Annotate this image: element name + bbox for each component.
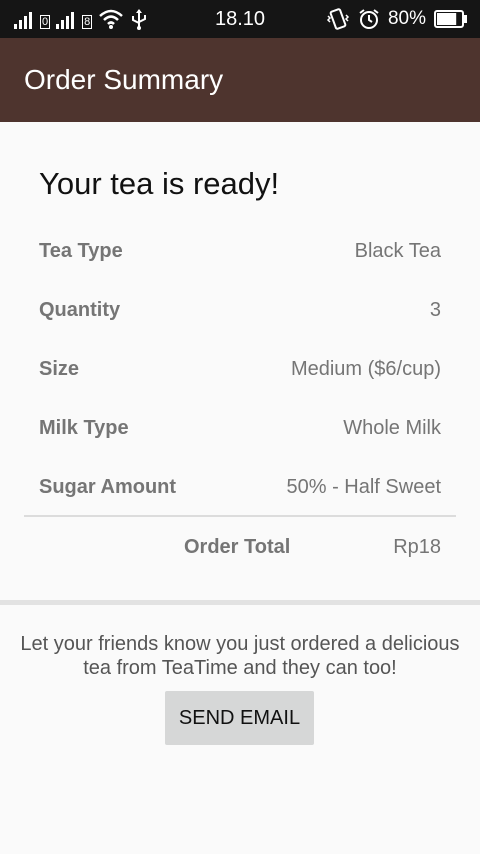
row-label: Milk Type xyxy=(39,416,129,439)
order-summary-card: Your tea is ready! Tea Type Black Tea Qu… xyxy=(0,122,480,600)
row-value: 50% - Half Sweet xyxy=(286,475,441,498)
row-value: Whole Milk xyxy=(343,416,441,439)
row-label: Size xyxy=(39,357,80,380)
status-right-icons: 80% xyxy=(326,0,468,38)
row-label: Sugar Amount xyxy=(39,475,177,498)
summary-row-sugar-amount: Sugar Amount 50% - Half Sweet xyxy=(39,467,441,507)
status-bar: 0 8 18.10 80% xyxy=(0,0,480,38)
order-headline: Your tea is ready! xyxy=(39,166,280,201)
send-email-button[interactable]: SEND EMAIL xyxy=(165,691,314,745)
row-label: Quantity xyxy=(39,298,121,321)
section-divider xyxy=(0,600,480,605)
order-total-label: Order Total xyxy=(184,536,291,558)
page-title: Order Summary xyxy=(24,64,224,95)
order-total-value: Rp18 xyxy=(393,536,441,558)
vibrate-icon xyxy=(326,8,350,30)
row-value: Black Tea xyxy=(354,239,441,262)
battery-percent: 80% xyxy=(387,8,426,29)
row-value: Medium ($6/cup) xyxy=(290,357,441,380)
summary-row-size: Size Medium ($6/cup) xyxy=(39,349,441,389)
alarm-icon xyxy=(359,9,379,29)
share-message: Let your friends know you just ordered a… xyxy=(20,633,460,679)
summary-divider xyxy=(24,515,456,517)
summary-row-milk-type: Milk Type Whole Milk xyxy=(39,408,441,448)
summary-row-tea-type: Tea Type Black Tea xyxy=(39,231,441,271)
row-label: Tea Type xyxy=(39,239,123,262)
summary-row-quantity: Quantity 3 xyxy=(39,290,441,330)
battery-icon xyxy=(434,10,467,28)
row-value: 3 xyxy=(429,298,441,321)
app-bar: Order Summary xyxy=(0,38,480,122)
